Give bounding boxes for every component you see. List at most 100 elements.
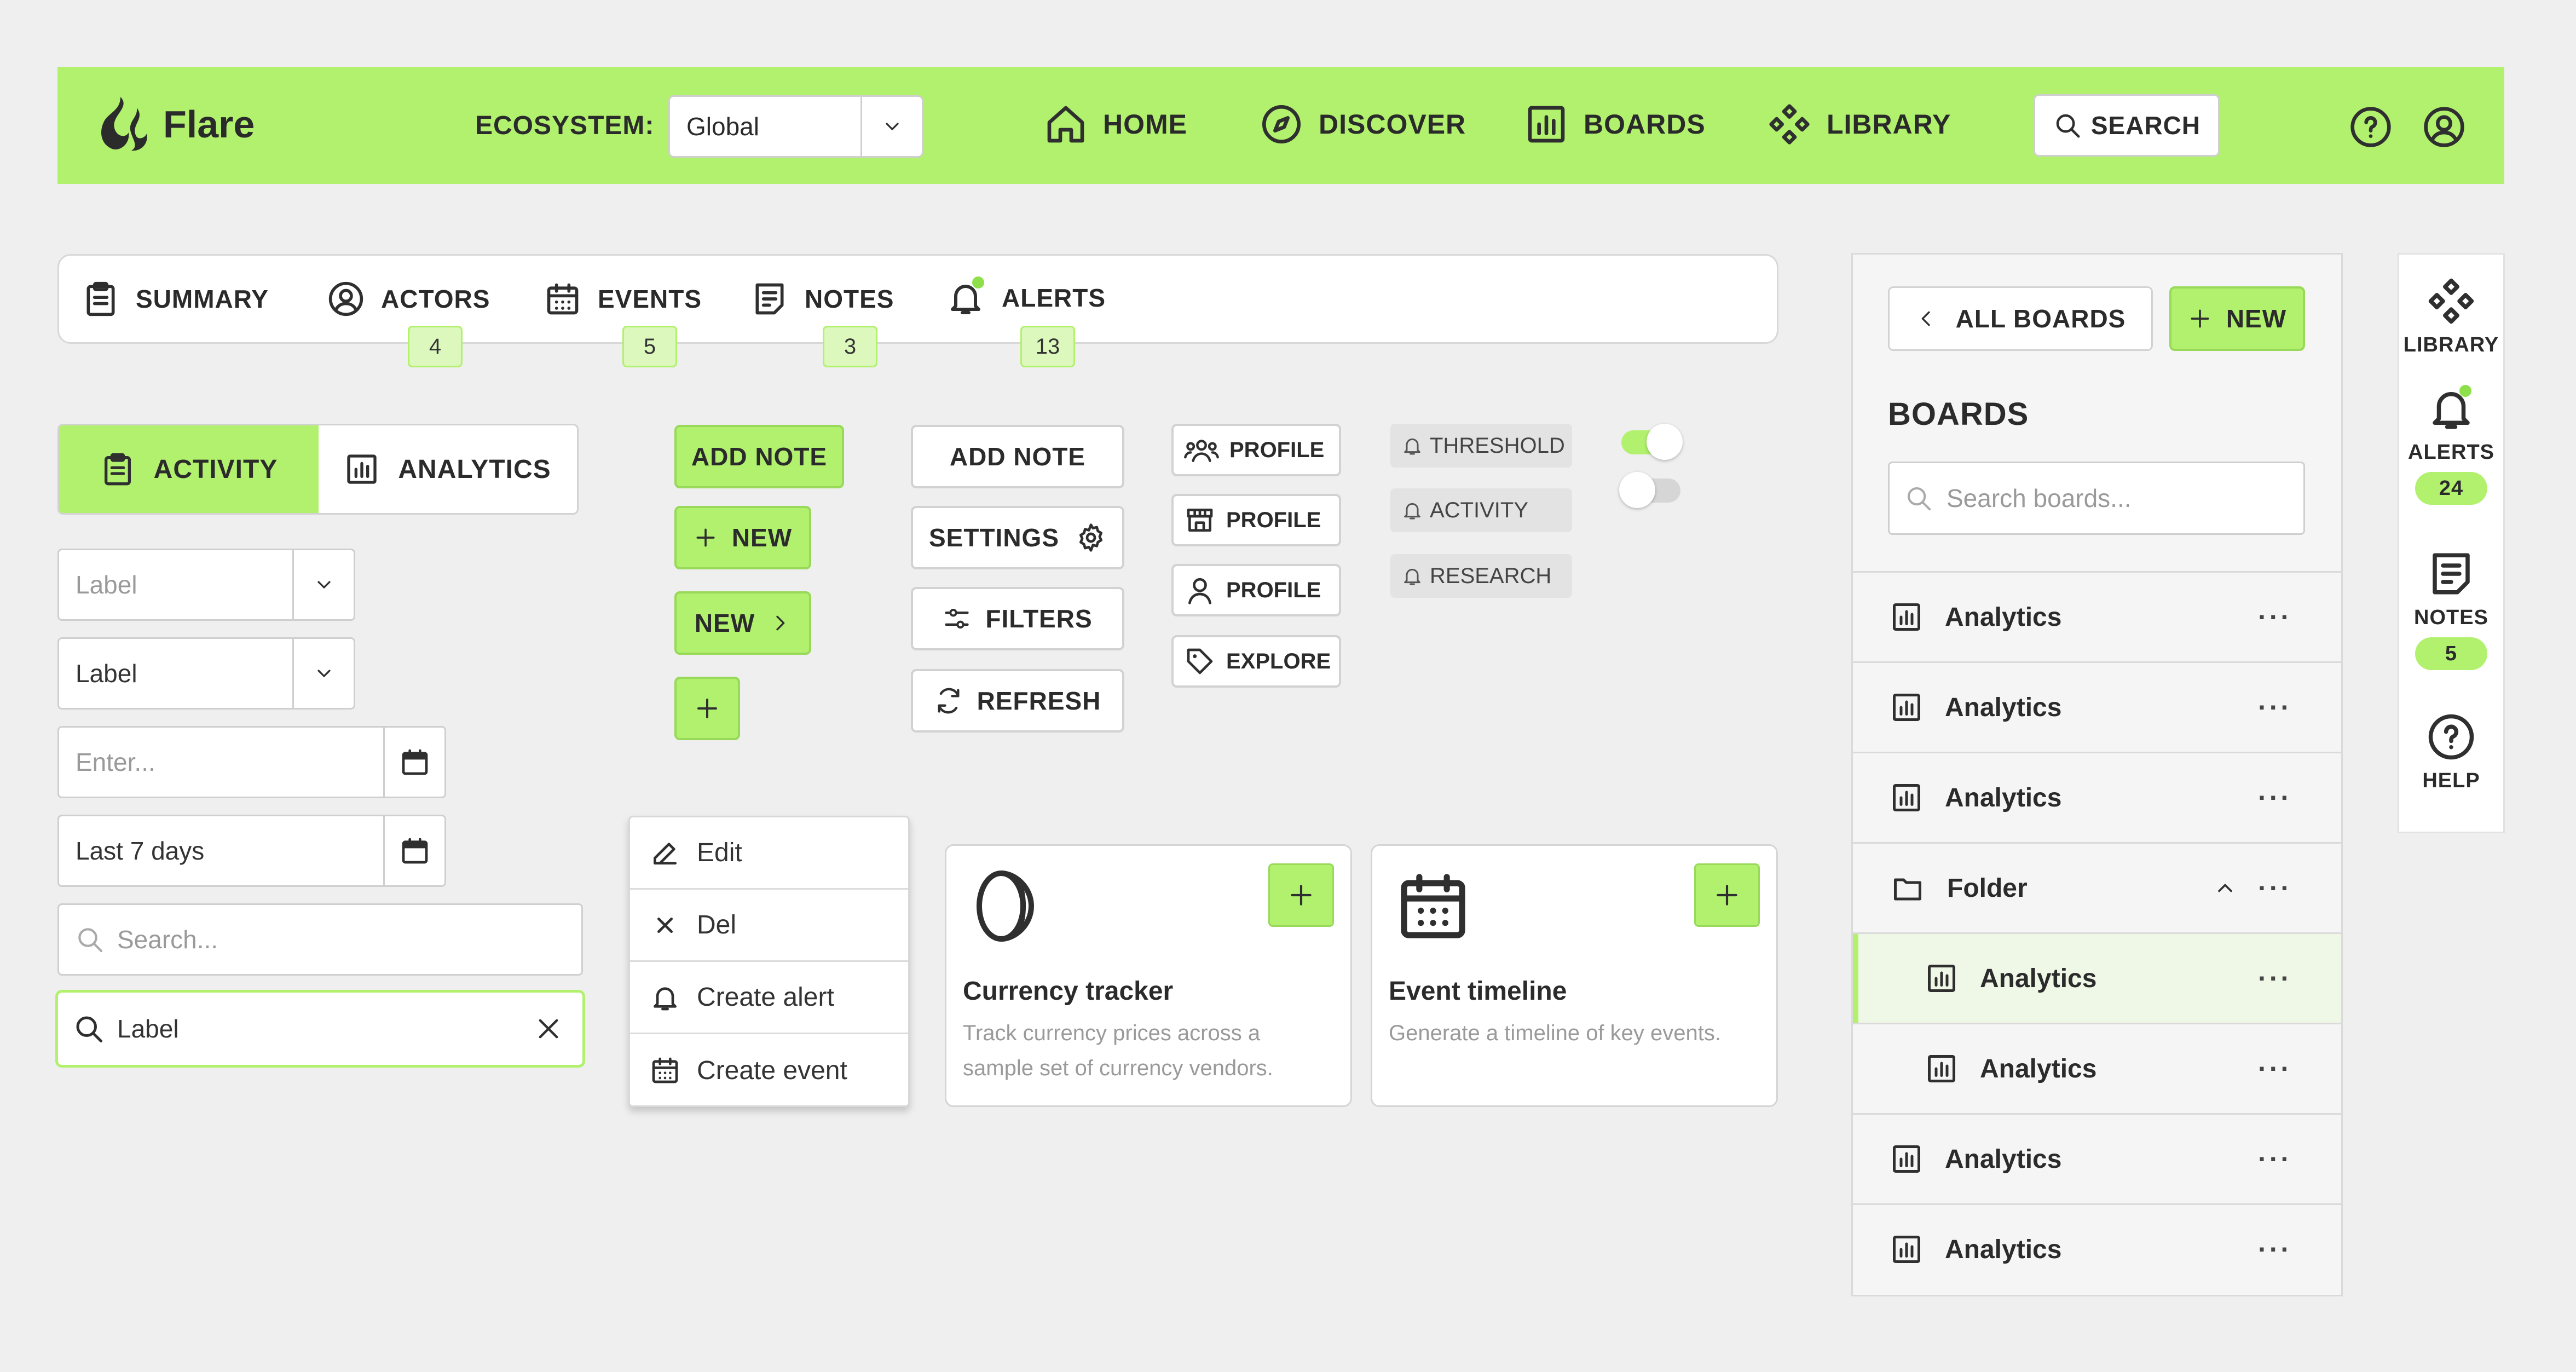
more-options-icon[interactable]: ··· [2258, 601, 2292, 633]
nav-boards[interactable]: BOARDS [1524, 102, 1706, 146]
rail-help[interactable]: HELP [2399, 712, 2503, 793]
clipboard-icon [86, 281, 115, 316]
toggle-switch-on[interactable] [1621, 424, 1683, 460]
add-currency-tracker-button[interactable] [1268, 863, 1334, 927]
tab-events[interactable]: EVENTS [544, 279, 702, 319]
new-board-label: NEW [2226, 304, 2287, 333]
plus-icon [697, 699, 717, 718]
label-select-empty[interactable]: Label [57, 549, 355, 621]
toggle-switch-off[interactable] [1619, 472, 1680, 508]
new-green-button[interactable]: NEW [674, 506, 811, 569]
add-icon-button[interactable] [674, 677, 740, 740]
search-button[interactable]: SEARCH [2034, 94, 2220, 157]
nav-discover[interactable]: DISCOVER [1260, 102, 1466, 146]
date-range-input[interactable]: Last 7 days [57, 815, 446, 887]
more-options-icon[interactable]: ··· [2258, 1053, 2292, 1085]
sliders-icon [945, 609, 969, 629]
event-timeline-card[interactable]: Event timeline Generate a timeline of ke… [1371, 844, 1778, 1107]
tab-notes[interactable]: NOTES [751, 279, 894, 319]
new-board-button[interactable]: NEW [2169, 286, 2305, 351]
board-row[interactable]: Analytics ··· [1853, 1023, 2341, 1113]
more-options-icon[interactable]: ··· [2258, 872, 2292, 904]
new-arrow-button[interactable]: NEW [674, 591, 811, 655]
chevron-down-icon[interactable] [860, 97, 922, 156]
rail-library[interactable]: LIBRARY [2399, 276, 2503, 357]
tab-alerts[interactable]: ALERTS [946, 276, 1106, 319]
menu-item-create-alert[interactable]: Create alert [630, 962, 908, 1034]
bar-chart-icon [1893, 603, 1920, 631]
diamond-grid-icon [1769, 104, 1810, 145]
bar-chart-icon [1928, 965, 1955, 992]
more-options-icon[interactable]: ··· [2258, 1143, 2292, 1175]
calendar-icon[interactable] [383, 728, 444, 797]
bell-icon [1404, 503, 1420, 520]
explore-button[interactable]: EXPLORE [1171, 635, 1341, 688]
more-options-icon[interactable]: ··· [2258, 691, 2292, 723]
nav-home[interactable]: HOME [1044, 102, 1187, 146]
board-row[interactable]: Analytics ··· [1853, 661, 2341, 752]
refresh-icon [938, 688, 960, 714]
toggle-activity[interactable]: ACTIVITY [59, 425, 319, 513]
more-options-icon[interactable]: ··· [2258, 782, 2292, 814]
bell-icon [946, 276, 985, 319]
search-placeholder: Search... [117, 925, 218, 954]
chevron-down-icon[interactable] [292, 550, 354, 619]
menu-delete-label: Del [697, 910, 737, 939]
search-input-active[interactable]: Label [55, 990, 585, 1068]
settings-button[interactable]: SETTINGS [911, 506, 1124, 569]
nav-home-label: HOME [1103, 109, 1187, 140]
folder-row[interactable]: Folder ··· [1853, 842, 2341, 932]
profile-user-button[interactable]: PROFILE [1171, 564, 1341, 616]
add-note-outline-button[interactable]: ADD NOTE [911, 425, 1124, 488]
rail-alerts[interactable]: ALERTS 24 [2399, 384, 2503, 505]
plus-icon [696, 528, 715, 547]
add-event-timeline-button[interactable] [1694, 863, 1760, 927]
label-select-filled[interactable]: Label [57, 637, 355, 710]
board-row[interactable]: Analytics ··· [1853, 1113, 2341, 1203]
menu-item-delete[interactable]: Del [630, 890, 908, 962]
profile-group-button[interactable]: PROFILE [1171, 424, 1341, 476]
help-icon[interactable] [2349, 105, 2393, 149]
bar-chart-icon [1893, 694, 1920, 721]
menu-item-edit[interactable]: Edit [630, 817, 908, 890]
nav-library[interactable]: LIBRARY [1768, 102, 1951, 146]
rail-notes[interactable]: NOTES 5 [2399, 549, 2503, 670]
more-options-icon[interactable]: ··· [2258, 1233, 2292, 1265]
boards-search-input[interactable]: Search boards... [1888, 462, 2305, 535]
toggle-analytics[interactable]: ANALYTICS [319, 425, 577, 513]
board-row[interactable]: Analytics ··· [1853, 1203, 2341, 1294]
alerts-count-badge: 13 [1020, 326, 1075, 367]
tab-events-label: EVENTS [598, 285, 702, 313]
calendar-icon[interactable] [383, 816, 444, 885]
ecosystem-value: Global [686, 112, 759, 141]
more-options-icon[interactable]: ··· [2258, 962, 2292, 994]
ecosystem-select[interactable]: Global [668, 95, 923, 158]
currency-tracker-card[interactable]: Currency tracker Track currency prices a… [945, 844, 1352, 1107]
bar-chart-icon [1928, 1055, 1955, 1082]
tab-notes-label: NOTES [805, 285, 894, 313]
user-avatar-icon[interactable] [2422, 105, 2466, 149]
research-chip[interactable]: RESEARCH [1390, 554, 1572, 598]
board-row-label: Analytics [1945, 1144, 2062, 1174]
chevron-up-icon[interactable] [2213, 876, 2237, 900]
close-icon[interactable] [534, 1014, 563, 1043]
profile-store-button[interactable]: PROFILE [1171, 494, 1341, 546]
board-row-selected[interactable]: Analytics ··· [1853, 932, 2341, 1023]
filters-button[interactable]: FILTERS [911, 587, 1124, 650]
search-input[interactable]: Search... [57, 903, 583, 976]
board-row[interactable]: Analytics ··· [1853, 752, 2341, 842]
refresh-button[interactable]: REFRESH [911, 669, 1124, 733]
date-input-empty[interactable]: Enter... [57, 726, 446, 798]
tag-icon [1187, 648, 1213, 675]
menu-item-create-event[interactable]: Create event [630, 1034, 908, 1105]
all-boards-button[interactable]: ALL BOARDS [1888, 286, 2153, 351]
threshold-chip[interactable]: THRESHOLD [1390, 424, 1572, 468]
board-row[interactable]: Analytics ··· [1853, 571, 2341, 661]
user-icon [1188, 578, 1211, 604]
tab-actors[interactable]: ACTORS [327, 279, 490, 319]
tab-summary[interactable]: SUMMARY [82, 279, 269, 319]
chevron-down-icon[interactable] [292, 639, 354, 708]
add-note-green-button[interactable]: ADD NOTE [674, 425, 844, 488]
activity-chip[interactable]: ACTIVITY [1390, 488, 1572, 532]
logo[interactable]: Flare [99, 94, 255, 154]
